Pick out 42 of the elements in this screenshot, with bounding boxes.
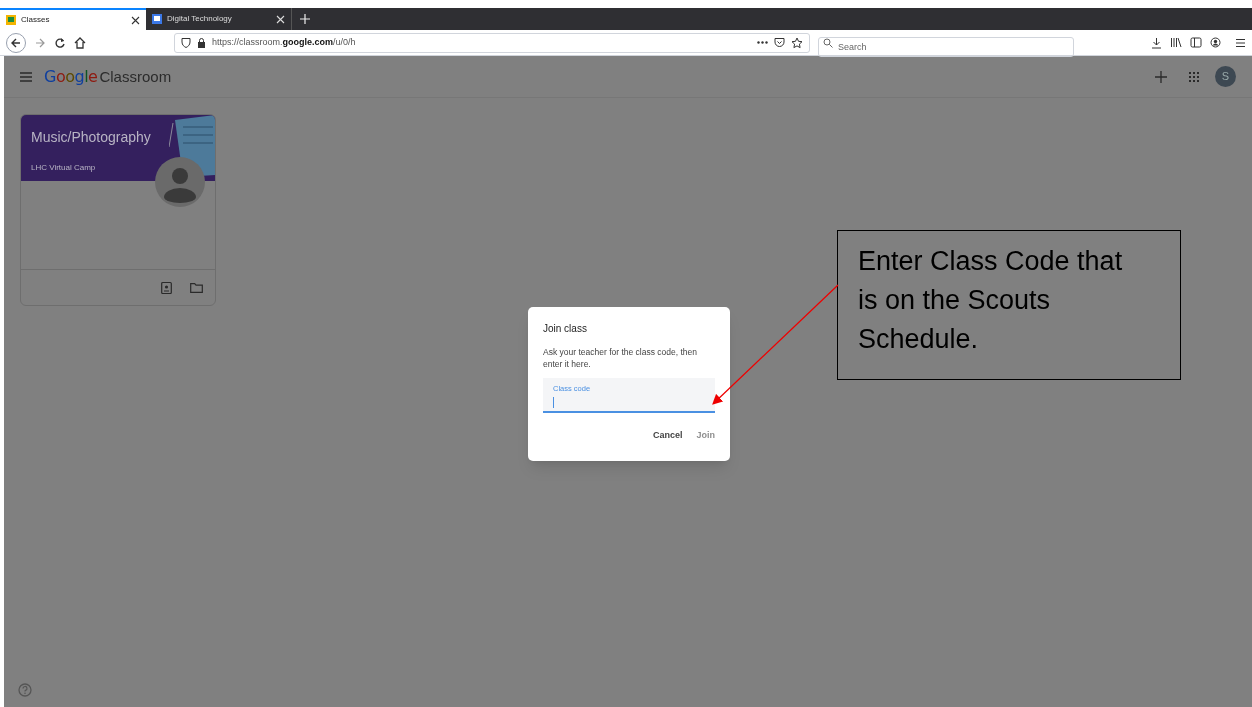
sidebar-icon[interactable] <box>1190 37 1202 48</box>
account-icon[interactable] <box>1210 37 1221 48</box>
address-bar[interactable]: https://classroom.google.com/u/0/h <box>174 32 810 53</box>
search-icon <box>823 37 833 48</box>
card-title[interactable]: Music/Photography <box>31 127 215 148</box>
folder-icon[interactable] <box>190 282 203 293</box>
account-avatar[interactable]: S <box>1215 66 1236 87</box>
library-icon[interactable] <box>1170 37 1182 48</box>
home-icon[interactable] <box>74 36 86 49</box>
search-field[interactable]: Search <box>818 36 1074 57</box>
annotation-text: Enter Class Code that is on the Scouts Schedule. <box>858 245 1124 356</box>
dialog-text: Ask your teacher for the class code, then enter it here. <box>543 346 699 370</box>
close-icon[interactable] <box>131 15 140 25</box>
menu-icon[interactable] <box>1235 37 1246 48</box>
tab-favicon-icon <box>6 15 16 25</box>
card-subtitle: LHC Virtual Camp <box>31 162 97 174</box>
reload-icon[interactable] <box>54 36 66 49</box>
lock-icon <box>197 37 206 48</box>
pocket-icon[interactable] <box>774 37 785 48</box>
logo-text: Classroom <box>99 66 172 87</box>
tab-favicon-icon <box>152 14 162 24</box>
tab-title: Digital Technology <box>167 13 233 25</box>
apps-grid-icon[interactable] <box>1189 71 1199 82</box>
more-icon[interactable] <box>757 41 768 44</box>
id-badge-icon[interactable] <box>161 281 172 294</box>
forward-icon[interactable] <box>34 36 46 49</box>
dialog-title: Join class <box>543 322 588 336</box>
back-arrow-icon <box>10 36 22 49</box>
browser-tab[interactable]: Classes <box>0 8 146 30</box>
plus-icon[interactable] <box>1155 70 1167 83</box>
tab-title: Classes <box>21 14 51 26</box>
shield-icon <box>181 37 191 48</box>
dialog-button[interactable]: Cancel <box>652 429 683 443</box>
url-text: https://classroom.google.com/u/0/h <box>212 35 356 49</box>
new-tab-icon[interactable] <box>300 14 310 24</box>
class-card[interactable]: Music/Photography LHC Virtual Camp <box>20 114 216 306</box>
avatar-silhouette-icon <box>155 157 205 207</box>
app-logo[interactable]: GoogleClassroom <box>44 64 172 89</box>
text-cursor <box>553 397 554 409</box>
logo-text: Google <box>44 65 98 88</box>
download-icon[interactable] <box>1151 36 1162 49</box>
star-icon[interactable] <box>791 36 803 49</box>
